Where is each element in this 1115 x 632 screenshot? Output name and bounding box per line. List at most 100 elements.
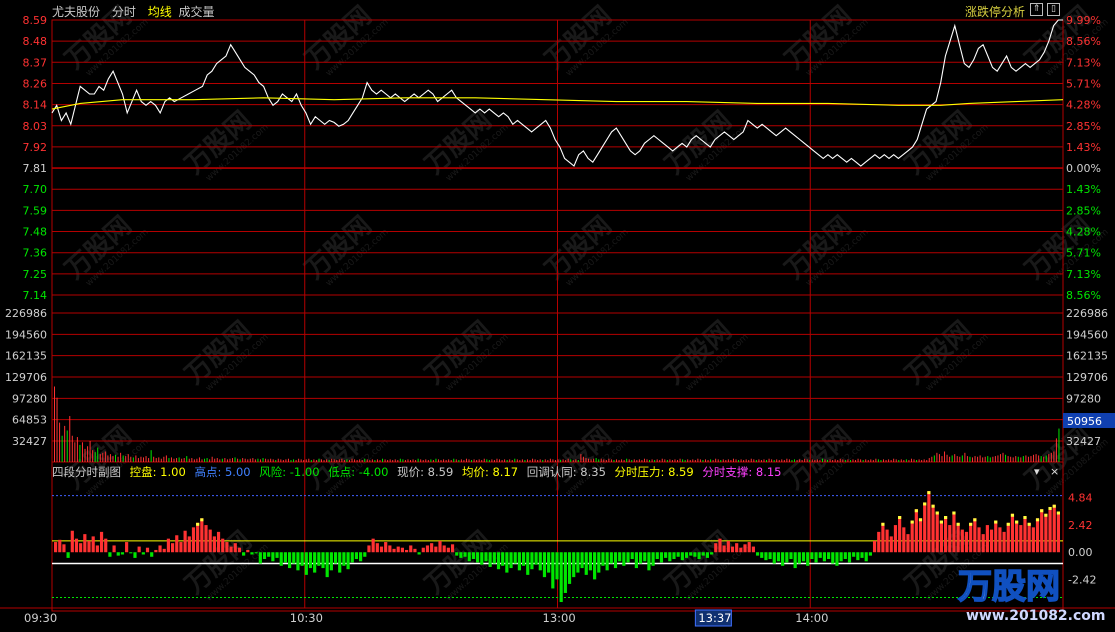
indicator-bar [283,552,287,563]
volume-bar [776,459,778,462]
volume-bar [318,458,320,462]
volume-bar [994,456,996,462]
tab-average-line[interactable]: 均线 [148,5,172,19]
limit-analysis-link[interactable]: 涨跌停分析 [965,3,1025,20]
volume-bar [374,460,376,462]
expand-icon[interactable]: ⇑ [1030,3,1043,16]
volume-bar [605,460,607,462]
volume-bar [104,451,106,462]
indicator-bar [563,552,567,593]
volume-bar [1015,456,1017,462]
volume-bar [359,459,361,462]
indicator-bar [275,552,279,558]
volume-bar [763,459,765,462]
volume-bar [460,459,462,462]
indicator-bar [338,552,342,573]
indicator-bar [325,552,329,578]
volume-bar [176,458,178,462]
indicator-bar [797,552,801,564]
volume-bar [163,456,165,462]
volume-bar [710,459,712,462]
volume-bar [420,459,422,462]
volume-bar [102,452,104,462]
indicator-close-icon[interactable]: × [1050,465,1059,478]
volume-bar [562,459,564,462]
volume-bar [224,458,226,462]
indicator-bar [831,552,835,564]
indicator-bar-cap [200,518,204,522]
volume-bar [1025,455,1027,462]
indicator-bar [567,552,572,584]
indicator-bar [175,535,179,553]
volume-bar [206,458,208,462]
volume-bar [122,455,124,462]
tab-minute[interactable]: 分时 [112,5,136,19]
volume-bar [778,460,780,462]
volume-bar [89,440,91,462]
volume-bar [743,460,745,462]
indicator-bar [212,536,216,553]
indicator-bar [74,538,79,553]
volume-bar [384,459,386,462]
indicator-bar [776,552,781,562]
volume-bar [908,460,910,462]
indicator-bar [939,520,944,553]
indicator-xianjia: 现价: 8.59 [397,465,454,479]
volume-bar [567,458,569,462]
volume-bar [824,459,826,462]
volume-bar [412,459,414,462]
indicator-bar [630,552,634,560]
volume-bar [524,460,526,462]
volume-bar [249,458,251,462]
restore-icon[interactable]: ▯ [1047,3,1060,16]
percent-tick-label: 1.43% [1066,183,1101,196]
volume-bar [1045,455,1047,462]
indicator-bar [772,552,776,564]
price-tick-label: 8.03 [23,120,48,133]
indicator-bar [237,547,242,553]
indicator-bar [476,552,480,563]
indicator-bar [1056,511,1060,553]
volume-bar [112,456,114,462]
volume-tick-label: 97280 [12,392,47,405]
percent-tick-label: 2.85% [1066,120,1101,133]
indicator-bar [480,552,484,565]
indicator-bar [254,552,258,554]
volume-bar [745,459,747,462]
volume-bar [758,459,760,462]
volume-bar [631,460,633,462]
volume-bar [295,460,297,462]
volume-bar [951,455,953,462]
indicator-bar [881,522,885,553]
percent-tick-label: 8.56% [1066,289,1101,302]
indicator-bar [216,531,221,553]
indicator-bar [488,552,492,567]
indicator-bar [526,552,530,575]
tab-volume[interactable]: 成交量 [179,5,215,19]
indicator-bar [634,552,638,569]
volume-bar [725,460,727,462]
indicator-dropdown-icon[interactable]: ▾ [1034,465,1040,478]
indicator-bar [852,552,856,557]
indicator-didian: 低点: -4.00 [328,465,389,479]
indicator-bar [914,509,918,553]
volume-bar [450,460,452,462]
indicator-bar [927,491,931,553]
volume-bar [425,459,427,462]
indicator-bar [204,525,208,553]
volume-bar [468,459,470,462]
indicator-bar [601,552,605,566]
volume-bar [654,460,656,462]
volume-bar [717,459,719,462]
indicator-bar [793,552,797,569]
volume-bar [443,459,445,462]
volume-bar [453,458,455,462]
volume-bar [809,460,811,462]
indicator-bar [885,529,889,553]
volume-bar [54,386,55,462]
volume-bar [313,459,315,462]
indicator-bar [730,546,735,553]
volume-bar [704,459,706,462]
volume-bar [722,459,724,462]
indicator-bar [471,552,476,560]
